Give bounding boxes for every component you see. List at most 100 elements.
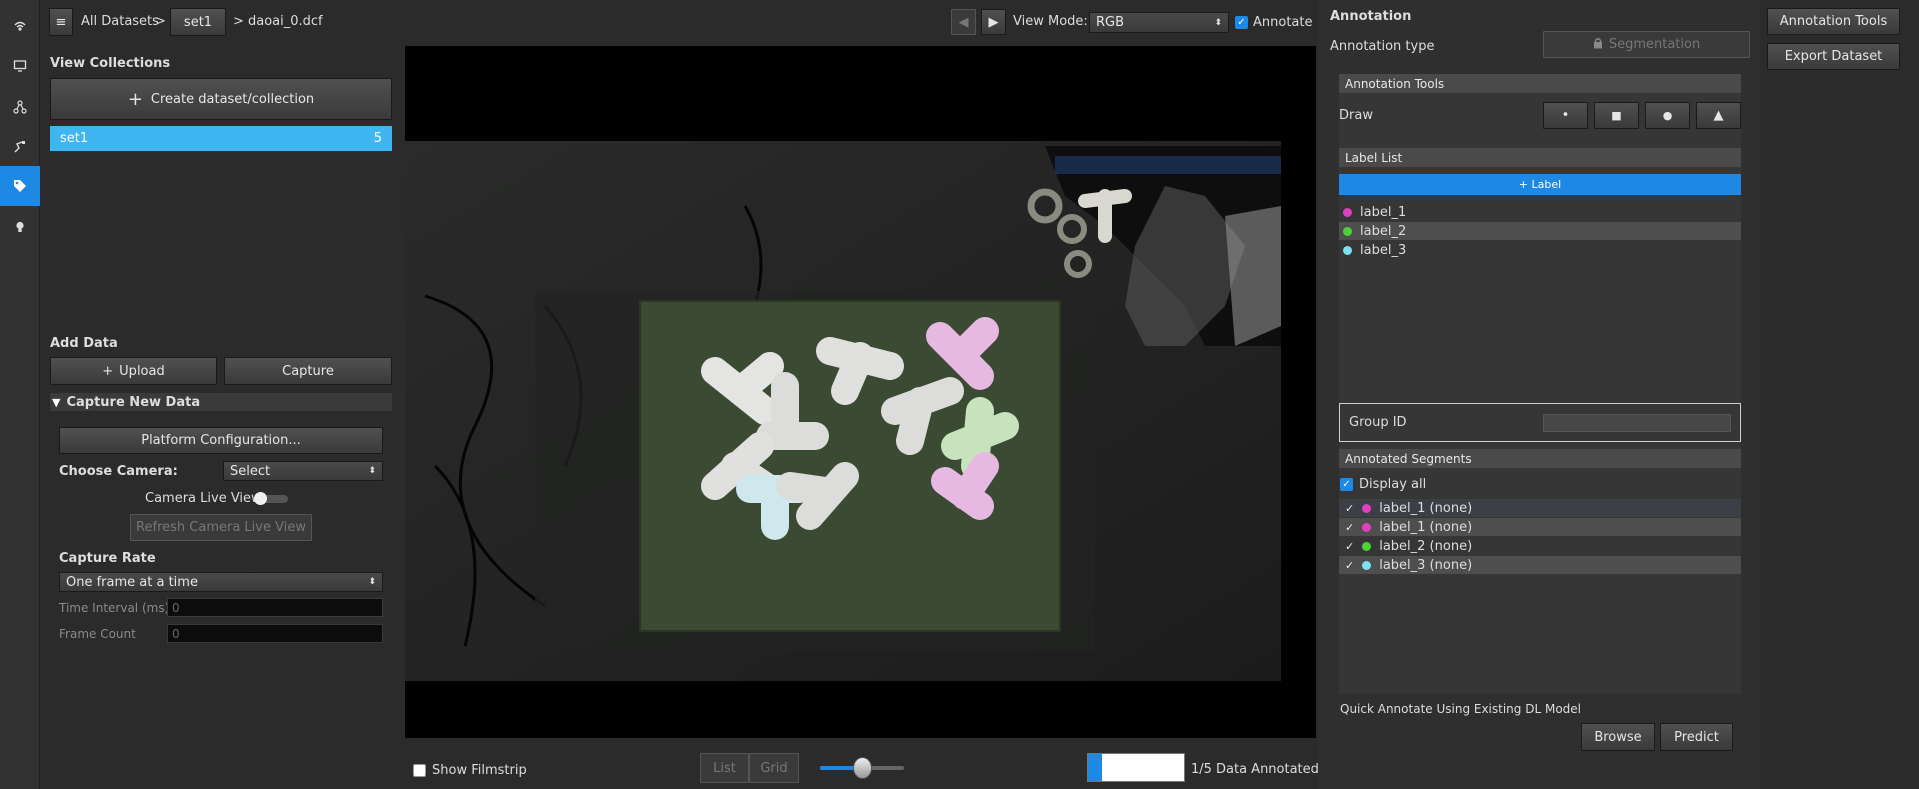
segment-text: label_2 (none) [1379,538,1473,554]
circle-tool-button[interactable]: ● [1645,102,1690,129]
collection-name: set1 [60,131,89,146]
capture-button[interactable]: Capture [224,357,392,385]
color-dot-icon [1362,541,1372,551]
updown-icon: ⬍ [1214,17,1222,28]
view-mode-select[interactable]: RGB ⬍ [1089,12,1229,33]
previous-button[interactable]: ◀ [951,9,976,35]
add-label-button[interactable]: + Label [1339,174,1741,195]
left-icon-rail [0,0,40,789]
segment-row[interactable]: ✓ label_1 (none) [1339,518,1741,536]
capture-new-data-title: Capture New Data [66,394,201,410]
breadcrumb-root[interactable]: All Datasets [81,14,159,29]
add-data-title: Add Data [50,336,118,351]
predict-button[interactable]: Predict [1660,723,1733,751]
label-name: label_2 [1360,223,1407,239]
network-icon[interactable] [0,87,40,127]
breadcrumb-file: daoai_0.dcf [248,14,323,29]
annotated-count: 1/5 [1191,762,1212,777]
segment-text: label_1 (none) [1379,519,1473,535]
annotated-progress-bar [1087,753,1185,782]
lightbulb-icon[interactable] [0,207,40,247]
breadcrumb-separator: > [155,14,166,29]
breadcrumb-set-button[interactable]: set1 [170,8,226,36]
robot-arm-icon[interactable] [0,127,40,167]
refresh-camera-live-view-button[interactable]: Refresh Camera Live View [130,514,312,541]
updown-icon: ⬍ [368,577,376,587]
segment-row[interactable]: ✓ label_3 (none) [1339,556,1741,574]
segment-text: label_1 (none) [1379,500,1473,516]
check-icon: ✓ [1345,501,1355,515]
frame-count-label: Frame Count [59,627,136,641]
group-id-input[interactable] [1543,414,1731,432]
color-dot-icon [1362,560,1372,570]
plus-icon: + [127,88,143,110]
segment-row[interactable]: ✓ label_1 (none) [1339,499,1741,517]
choose-camera-select[interactable]: Select ⬍ [223,461,383,481]
label-item[interactable]: label_2 [1339,222,1741,240]
capture-image [405,141,1281,681]
annotate-toggle[interactable]: ✓ Annotate [1235,15,1312,30]
check-icon: ✓ [1345,539,1355,553]
choose-camera-label: Choose Camera: [59,464,178,479]
arrow-right-icon: ▶ [988,14,999,30]
image-viewer[interactable] [405,46,1316,738]
breadcrumb-separator: > [233,14,244,29]
label-list-section: Label List [1339,148,1741,167]
checkbox-icon [413,764,426,777]
create-collection-button[interactable]: + Create dataset/collection [50,78,392,120]
checkbox-icon: ✓ [1340,478,1353,491]
square-tool-button[interactable]: ■ [1594,102,1639,129]
toggle-knob [254,492,267,505]
annotation-title: Annotation [1330,9,1412,24]
view-collections-title: View Collections [50,56,171,71]
upload-button[interactable]: + Upload [50,357,217,385]
plus-icon: + [102,363,114,379]
collection-item-set1[interactable]: set1 5 [50,126,392,151]
check-icon: ✓ [1345,520,1355,534]
slider-knob[interactable] [853,757,872,779]
tag-icon[interactable] [0,166,40,206]
platform-configuration-button[interactable]: Platform Configuration... [59,427,383,454]
monitor-icon[interactable] [0,46,40,86]
capture-rate-select[interactable]: One frame at a time ⬍ [59,572,383,592]
time-interval-label: Time Interval (ms) [59,601,170,615]
menu-button[interactable]: ≡ [49,8,73,36]
annotated-segments-section: Annotated Segments [1339,449,1741,468]
triangle-down-icon: ▼ [52,395,61,409]
vision-icon[interactable] [0,6,40,46]
point-tool-button[interactable]: • [1543,102,1588,129]
updown-icon: ⬍ [368,466,376,476]
label-item[interactable]: label_3 [1339,241,1741,259]
hamburger-icon: ≡ [55,14,67,30]
group-id-label: Group ID [1349,415,1407,430]
camera-live-view-toggle[interactable] [254,492,290,505]
lock-icon [1593,37,1603,53]
color-dot-icon [1343,226,1352,236]
draw-label: Draw [1339,108,1373,123]
arrow-left-icon: ◀ [958,14,969,30]
right-column [1760,0,1919,789]
segmentation-button[interactable]: Segmentation [1543,31,1750,58]
show-filmstrip-toggle[interactable]: Show Filmstrip [413,763,527,778]
annotation-type-label: Annotation type [1330,39,1435,54]
label-name: label_3 [1360,242,1407,258]
display-all-toggle[interactable]: ✓ Display all [1340,477,1426,492]
polygon-tool-button[interactable]: ▲ [1696,102,1741,129]
view-mode-label: View Mode: [1013,14,1088,29]
segment-row[interactable]: ✓ label_2 (none) [1339,537,1741,555]
color-dot-icon [1343,245,1352,255]
export-dataset-button[interactable]: Export Dataset [1767,43,1900,70]
frame-count-input[interactable]: 0 [167,624,383,643]
label-name: label_1 [1360,204,1407,220]
next-button[interactable]: ▶ [981,9,1006,35]
annotate-label: Annotate [1253,15,1313,30]
time-interval-input[interactable]: 0 [167,598,383,617]
grid-view-button[interactable]: Grid [749,753,799,783]
annotation-tools-button[interactable]: Annotation Tools [1767,8,1900,35]
list-view-button[interactable]: List [700,753,749,783]
label-item[interactable]: label_1 [1339,203,1741,221]
capture-new-data-header[interactable]: ▼ Capture New Data [50,393,392,411]
annotated-label: Data Annotated [1216,762,1319,777]
zoom-slider[interactable] [820,757,904,779]
browse-button[interactable]: Browse [1581,723,1655,751]
